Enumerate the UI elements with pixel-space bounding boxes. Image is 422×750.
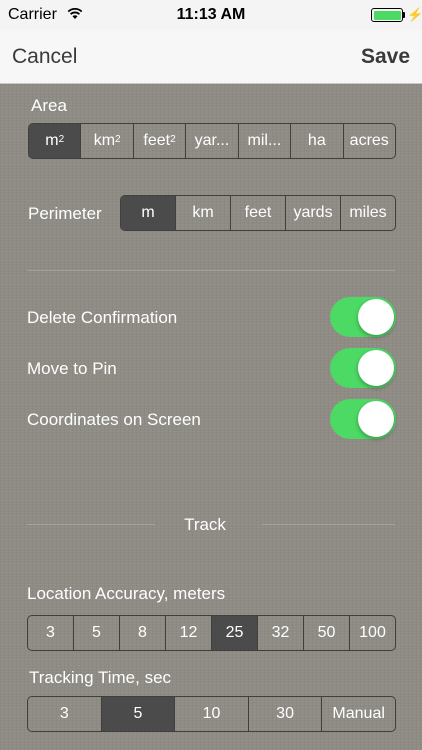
area-unit-option-label: ha bbox=[307, 132, 326, 149]
area-unit-option[interactable]: feet 2 bbox=[132, 124, 185, 158]
area-unit-option-exponent: 2 bbox=[115, 133, 121, 145]
area-unit-option[interactable]: km 2 bbox=[80, 124, 132, 158]
tracking-time-label: Tracking Time, sec bbox=[29, 668, 172, 687]
move-to-pin-toggle[interactable] bbox=[330, 348, 396, 388]
coordinates-on-screen-label: Coordinates on Screen bbox=[27, 410, 201, 429]
tracking-time-selector: 3 5 10 30 Manual bbox=[27, 696, 396, 732]
track-section-title: Track bbox=[184, 515, 226, 534]
area-unit-option-exponent: 2 bbox=[58, 133, 65, 145]
toggle-knob bbox=[358, 350, 394, 386]
location-accuracy-label: Location Accuracy, meters bbox=[27, 584, 226, 603]
perimeter-unit-option[interactable]: km bbox=[175, 196, 230, 230]
accuracy-option[interactable]: 3 bbox=[28, 616, 73, 650]
toggle-knob bbox=[358, 299, 394, 335]
navigation-bar: Cancel Save bbox=[0, 30, 422, 84]
toggle-knob bbox=[358, 401, 394, 437]
area-unit-option[interactable]: acres bbox=[342, 124, 395, 158]
area-label: Area bbox=[31, 96, 67, 115]
accuracy-option[interactable]: 5 bbox=[73, 616, 119, 650]
accuracy-option[interactable]: 25 bbox=[211, 616, 257, 650]
area-unit-option[interactable]: mil... bbox=[237, 124, 290, 158]
perimeter-unit-option[interactable]: miles bbox=[340, 196, 395, 230]
perimeter-label: Perimeter bbox=[28, 204, 102, 223]
move-to-pin-label: Move to Pin bbox=[27, 359, 117, 378]
accuracy-option[interactable]: 32 bbox=[257, 616, 303, 650]
area-unit-option-label: km bbox=[93, 132, 116, 149]
perimeter-unit-selector: m km feet yards miles bbox=[120, 195, 396, 231]
area-unit-option-label: yar... bbox=[194, 132, 230, 149]
tracking-time-option[interactable]: Manual bbox=[321, 697, 395, 731]
tracking-time-option[interactable]: 5 bbox=[100, 697, 175, 731]
save-button[interactable]: Save bbox=[361, 45, 410, 69]
charging-bolt-icon: ⚡ bbox=[407, 7, 422, 22]
tracking-time-option[interactable]: 10 bbox=[174, 697, 248, 731]
accuracy-option[interactable]: 100 bbox=[349, 616, 395, 650]
area-unit-option-label: mil... bbox=[247, 132, 282, 149]
tracking-time-option[interactable]: 3 bbox=[28, 697, 101, 731]
status-bar: Carrier 11:13 AM ⚡ bbox=[0, 0, 422, 30]
tracking-time-option[interactable]: 30 bbox=[247, 697, 322, 731]
location-accuracy-selector: 3 5 8 12 25 32 50 100 bbox=[27, 615, 396, 651]
perimeter-unit-option[interactable]: feet bbox=[230, 196, 285, 230]
coordinates-on-screen-toggle[interactable] bbox=[330, 399, 396, 439]
delete-confirmation-label: Delete Confirmation bbox=[27, 308, 178, 327]
perimeter-unit-option[interactable]: yards bbox=[285, 196, 340, 230]
divider-left bbox=[27, 524, 155, 525]
area-unit-selector: m 2 km 2 feet 2 yar... mil... ha acres bbox=[28, 123, 396, 159]
area-unit-option[interactable]: yar... bbox=[185, 124, 237, 158]
cancel-button[interactable]: Cancel bbox=[12, 45, 77, 69]
divider bbox=[27, 270, 395, 271]
divider-right bbox=[262, 524, 395, 525]
battery-icon bbox=[371, 8, 403, 22]
delete-confirmation-toggle[interactable] bbox=[330, 297, 396, 337]
battery-tip bbox=[403, 12, 405, 18]
area-unit-option-label: acres bbox=[349, 132, 389, 149]
area-unit-option-exponent: 2 bbox=[170, 133, 176, 145]
accuracy-option[interactable]: 8 bbox=[119, 616, 165, 650]
area-unit-option-label: feet bbox=[143, 132, 171, 149]
accuracy-option[interactable]: 50 bbox=[303, 616, 349, 650]
area-unit-option[interactable]: ha bbox=[290, 124, 342, 158]
area-unit-option[interactable]: m2 bbox=[29, 124, 81, 158]
clock: 11:13 AM bbox=[176, 6, 246, 23]
accuracy-option[interactable]: 12 bbox=[165, 616, 211, 650]
perimeter-unit-option[interactable]: m bbox=[121, 196, 175, 230]
area-unit-option-label: m bbox=[45, 132, 59, 149]
